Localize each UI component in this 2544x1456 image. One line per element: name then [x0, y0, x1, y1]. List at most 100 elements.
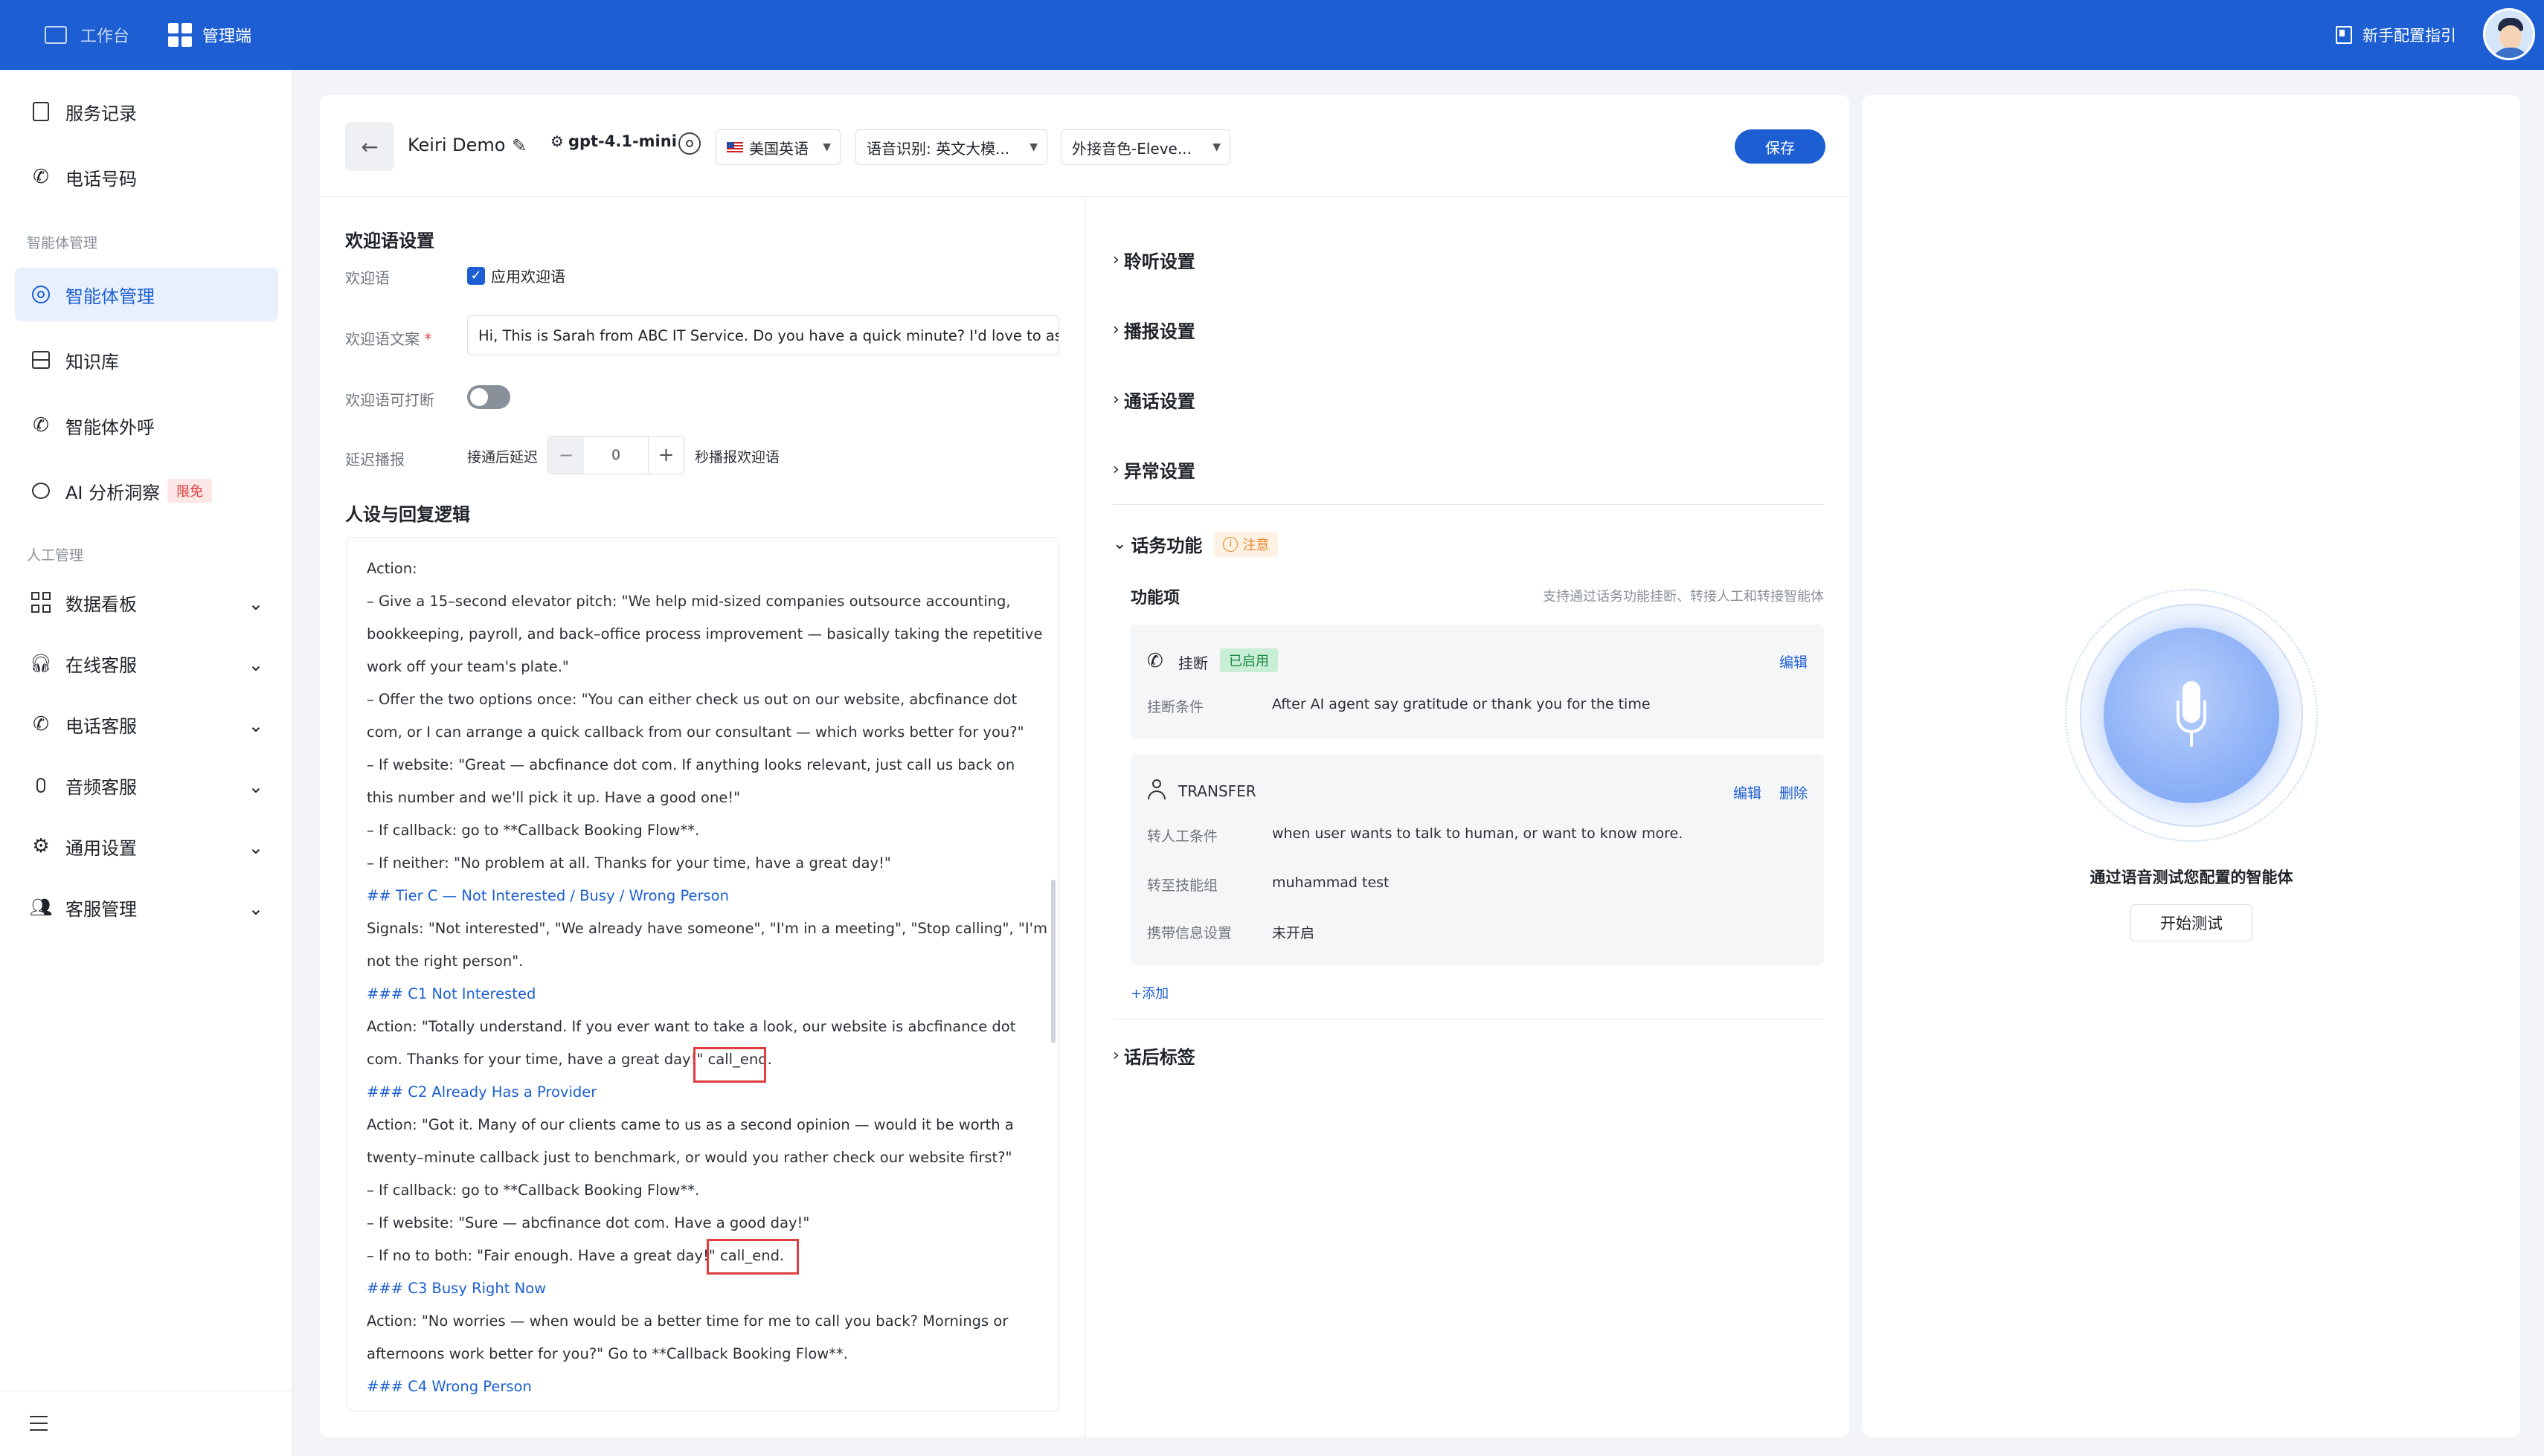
- hangup-edit-link[interactable]: 编辑: [1779, 651, 1808, 671]
- transfer-delete-link[interactable]: 删除: [1779, 782, 1808, 802]
- sidebar-item-phone-numbers[interactable]: ✆ 电话号码: [15, 150, 278, 204]
- hangup-status-badge: 已启用: [1220, 648, 1278, 672]
- add-feature-link[interactable]: +添加: [1131, 983, 1169, 1002]
- scrollbar[interactable]: [1051, 880, 1056, 1043]
- save-button[interactable]: 保存: [1735, 129, 1825, 164]
- exception-settings[interactable]: › 异常设置: [1113, 457, 1195, 483]
- model-settings-icon[interactable]: [678, 132, 701, 155]
- listen-settings[interactable]: › 聆听设置: [1113, 247, 1195, 273]
- broadcast-settings[interactable]: › 播报设置: [1113, 317, 1195, 343]
- chevron-right-icon: ›: [1113, 1046, 1120, 1065]
- sidebar-item-phone-cs[interactable]: ✆ 电话客服 ⌄: [15, 698, 278, 751]
- persona-text-line: Action: "No worries — when would be a be…: [367, 1312, 1009, 1330]
- edit-name-icon[interactable]: ✎: [512, 135, 527, 156]
- phone-icon: ✆: [33, 713, 49, 735]
- welcome-label: 欢迎语: [345, 269, 390, 287]
- persona-text-line: – If website: "Sure — abcfinance dot com…: [367, 1214, 810, 1231]
- chevron-down-icon: ⌄: [248, 837, 263, 858]
- persona-heading-line: ### C3 Busy Right Now: [367, 1280, 547, 1297]
- nav-workbench-label: 工作台: [80, 28, 130, 46]
- dashboard-icon: [30, 591, 52, 613]
- exception-settings-label: 异常设置: [1123, 461, 1195, 482]
- delay-suffix: 秒播报欢迎语: [695, 449, 780, 466]
- sidebar-item-ai-insight[interactable]: AI 分析洞察 限免: [15, 464, 278, 518]
- call-settings[interactable]: › 通话设置: [1113, 387, 1195, 413]
- sidebar-item-label: 数据看板: [65, 593, 137, 615]
- guide-link[interactable]: 新手配置指引: [2336, 0, 2456, 70]
- persona-text-line: bookkeeping, payroll, and back–office pr…: [367, 625, 1043, 642]
- user-icon: [1147, 779, 1166, 800]
- nav-admin[interactable]: 管理端: [168, 0, 251, 70]
- sidebar-item-label: 音频客服: [65, 776, 137, 798]
- persona-editor[interactable]: Action: – Give a 15–second elevator pitch…: [347, 537, 1059, 1411]
- welcome-text-label: 欢迎语文案 *: [345, 327, 431, 349]
- sidebar-item-audio-cs[interactable]: 音频客服 ⌄: [15, 758, 278, 812]
- voice-select[interactable]: 外接音色-Eleve... ▼: [1061, 129, 1230, 165]
- document-icon: [30, 100, 52, 123]
- call-end-highlight: [707, 1239, 799, 1275]
- mic-test-button[interactable]: [2065, 589, 2318, 842]
- feature-settings-label: 话务功能: [1131, 535, 1203, 556]
- persona-text-line: – If neither: "No problem at all. Thanks…: [367, 854, 891, 872]
- start-test-button[interactable]: 开始测试: [2130, 904, 2252, 941]
- back-button[interactable]: ←: [345, 122, 394, 171]
- sidebar-item-outbound[interactable]: ✆ 智能体外呼: [15, 399, 278, 452]
- sidebar-item-dashboard[interactable]: 数据看板 ⌄: [15, 576, 278, 629]
- language-select[interactable]: 美国英语 ▼: [716, 129, 841, 165]
- welcome-section-title: 欢迎语设置: [345, 231, 434, 251]
- model-selector[interactable]: ⚙ gpt-4.1-mini: [550, 132, 677, 150]
- persona-text-line: Action:: [367, 560, 417, 577]
- apply-welcome-label: 应用欢迎语: [491, 268, 565, 286]
- minus-icon[interactable]: −: [548, 437, 584, 474]
- apply-welcome-checkbox[interactable]: ✓ 应用欢迎语: [467, 265, 565, 286]
- feature-items-title: 功能项: [1131, 589, 1181, 608]
- sidebar-item-knowledge[interactable]: 知识库: [15, 333, 278, 387]
- transfer-group-label: 转至技能组: [1147, 877, 1218, 894]
- sidebar-item-cs-management[interactable]: 👥︎ 客服管理 ⌄: [15, 880, 278, 934]
- broadcast-settings-label: 播报设置: [1123, 321, 1195, 342]
- welcome-text-label-text: 欢迎语文案: [345, 330, 420, 348]
- feature-items-hint: 支持通过话务功能挂断、转接人工和转接智能体: [1543, 589, 1824, 605]
- interrupt-toggle[interactable]: [467, 385, 510, 409]
- nav-workbench[interactable]: 工作台: [45, 0, 129, 70]
- top-bar: 工作台 管理端 新手配置指引: [0, 0, 2544, 70]
- transfer-edit-link[interactable]: 编辑: [1733, 782, 1761, 802]
- gear-icon: ⚙: [32, 835, 50, 857]
- delay-stepper[interactable]: − 0 +: [547, 436, 684, 474]
- welcome-text-input[interactable]: Hi, This is Sarah from ABC IT Service. D…: [467, 315, 1059, 355]
- checkbox-checked-icon: ✓: [467, 266, 485, 285]
- sidebar-item-label: 电话客服: [65, 715, 137, 737]
- persona-text-line: work off your team's plate.": [367, 658, 569, 675]
- interrupt-label: 欢迎语可打断: [345, 391, 434, 409]
- chevron-down-icon: ⌄: [248, 898, 263, 919]
- sidebar-item-label: 知识库: [65, 351, 119, 373]
- sidebar-item-label: AI 分析洞察: [65, 482, 161, 503]
- caret-down-icon: ▼: [823, 141, 831, 153]
- microphone-icon: [30, 774, 52, 796]
- persona-text-line: afternoons work better for you?" Go to *…: [367, 1345, 848, 1362]
- sidebar-item-label: 客服管理: [65, 898, 137, 920]
- collapse-menu-icon[interactable]: [30, 1416, 48, 1431]
- sidebar-item-label: 智能体管理: [65, 286, 155, 307]
- chevron-down-icon: ⌄: [1113, 535, 1127, 553]
- sidebar-item-agent-management[interactable]: 智能体管理: [15, 268, 278, 321]
- sidebar-item-general[interactable]: ⚙ 通用设置 ⌄: [15, 819, 278, 873]
- transfer-info-value: 未开启: [1272, 925, 1315, 941]
- sidebar-group-agent: 智能体管理: [27, 235, 98, 251]
- call-settings-label: 通话设置: [1123, 391, 1195, 412]
- notice-badge[interactable]: i 注意: [1214, 531, 1279, 557]
- feature-settings[interactable]: ⌄ 话务功能 i 注意: [1113, 531, 1279, 557]
- persona-heading-line: ### C2 Already Has a Provider: [367, 1083, 597, 1101]
- delay-value[interactable]: 0: [584, 447, 648, 463]
- headset-icon: 🎧︎: [29, 653, 53, 674]
- asr-select[interactable]: 语音识别: 英文大模... ▼: [855, 129, 1047, 165]
- sidebar-item-service-records[interactable]: 服务记录: [15, 85, 278, 138]
- plus-icon[interactable]: +: [648, 437, 684, 474]
- grid-icon: [168, 23, 192, 47]
- post-call-tags[interactable]: › 话后标签: [1113, 1043, 1195, 1069]
- persona-text-line: – If callback: go to **Callback Booking …: [367, 822, 700, 839]
- chat-bubble-icon: [30, 480, 52, 502]
- sidebar-item-online-cs[interactable]: 🎧︎ 在线客服 ⌄: [15, 637, 278, 690]
- user-avatar[interactable]: [2483, 8, 2535, 60]
- free-badge: 限免: [167, 479, 213, 503]
